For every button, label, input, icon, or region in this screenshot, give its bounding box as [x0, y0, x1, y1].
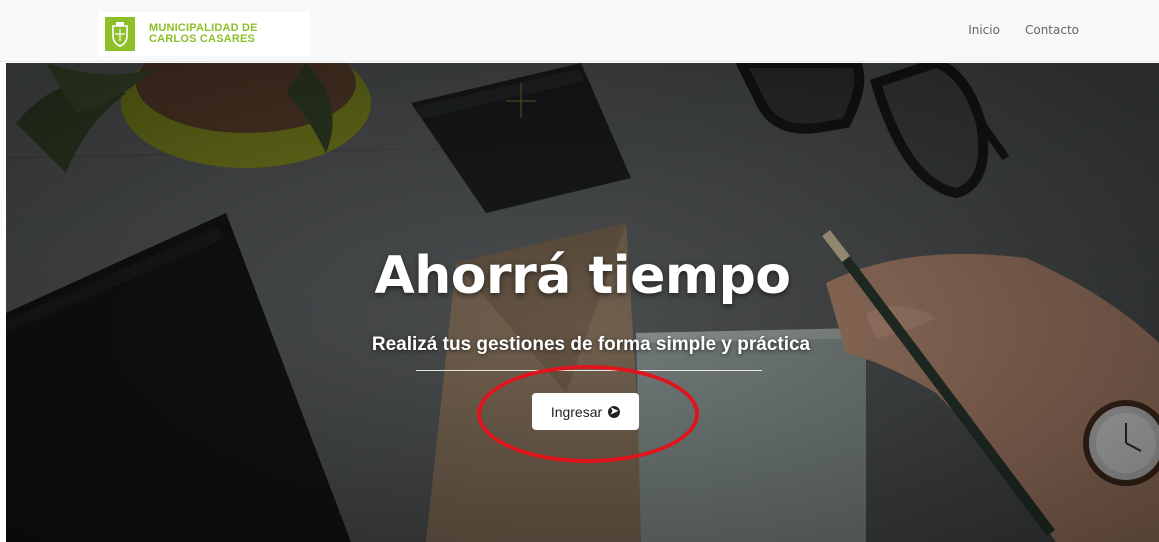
municipality-logo-link[interactable]: MUNICIPALIDAD DE CARLOS CASARES [98, 12, 310, 56]
nav-link-inicio[interactable]: Inicio [968, 23, 1000, 37]
hero-title: Ahorrá tiempo [374, 246, 791, 306]
hero-divider [416, 370, 762, 371]
main-nav: Inicio Contacto [943, 23, 1079, 37]
brand-line-2: CARLOS CASARES [149, 33, 256, 45]
ingresar-button-label: Ingresar [550, 403, 603, 420]
hero-section: Ahorrá tiempo Realizá tus gestiones de f… [6, 63, 1159, 542]
arrow-circle-right-icon: ➤ [608, 405, 621, 418]
brand-name: MUNICIPALIDAD DE CARLOS CASARES [149, 23, 258, 45]
hero-subtitle: Realizá tus gestiones de forma simple y … [371, 334, 811, 355]
nav-link-contacto[interactable]: Contacto [1025, 23, 1079, 37]
top-navbar: MUNICIPALIDAD DE CARLOS CASARES Inicio C… [0, 0, 1159, 62]
ingresar-button[interactable]: Ingresar ➤ [532, 393, 639, 430]
coat-of-arms-icon [105, 17, 135, 51]
